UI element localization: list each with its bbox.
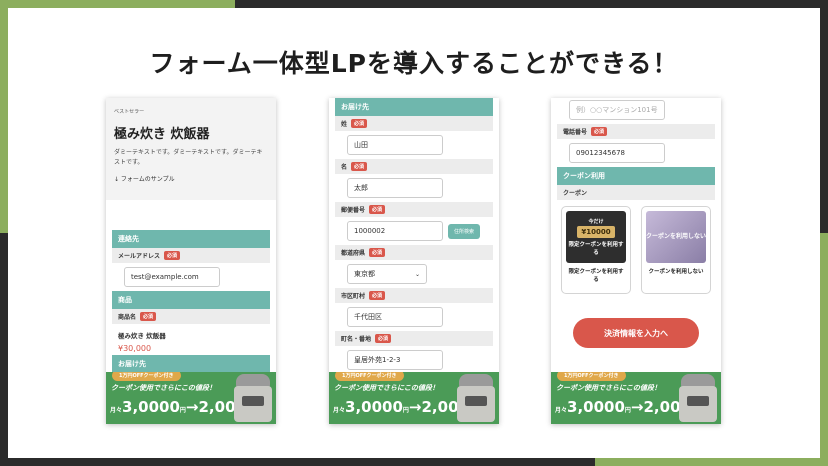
yen-unit: 円	[624, 407, 631, 414]
last-name-label-text: 姓	[341, 121, 348, 128]
price-prefix: 月々	[333, 407, 346, 414]
bestseller-label: ベストセラー	[114, 109, 145, 115]
building-field[interactable]: 例）○○マンション101号	[569, 100, 665, 120]
address-search-button[interactable]: 住所検索	[448, 223, 481, 239]
coupon-image: 今だけ ¥10000 限定クーポンを利用する	[566, 211, 626, 263]
phone-label: 電話番号 必須	[557, 124, 715, 139]
proceed-payment-button[interactable]: 決済情報を入力へ	[573, 318, 699, 348]
banner-headline: クーポン使用でさらにこの値段！	[334, 384, 439, 392]
section-product: 商品	[112, 291, 270, 309]
yen-unit: 円	[402, 407, 409, 414]
form-sample-link[interactable]: ↓ フォームのサンプル	[114, 174, 268, 183]
banner-tag: 1万円OFFクーポン付き	[112, 372, 181, 381]
street-label: 町名・番地 必須	[335, 331, 493, 346]
section-delivery: お届け先	[112, 355, 270, 373]
yen-unit: 円	[179, 407, 186, 414]
chevron-down-icon: ⌄	[414, 270, 420, 278]
product-name: 極み炊き 炊飯器	[118, 332, 166, 340]
city-label-text: 市区町村	[341, 293, 366, 300]
product-description: ダミーテキストです。ダミーテキストです。ダミーテキストです。	[114, 149, 263, 166]
coupon-use-option[interactable]: 今だけ ¥10000 限定クーポンを利用する 限定クーポンを利用する	[561, 206, 631, 294]
product-label: 商品名 必須	[112, 309, 270, 324]
page-headline: フォーム一体型LPを導入することができる！	[149, 49, 679, 78]
zip-label-text: 郵便番号	[341, 207, 366, 214]
section-coupon: クーポン利用	[557, 167, 715, 185]
email-label: メールアドレス 必須	[112, 248, 270, 263]
zip-field[interactable]: 1000002	[347, 221, 443, 241]
required-badge: 必須	[369, 248, 386, 257]
corner-accent	[820, 0, 828, 233]
prefecture-label: 都道府県 必須	[335, 245, 493, 260]
email-field[interactable]: test@example.com	[124, 267, 220, 287]
coupon-options: 今だけ ¥10000 限定クーポンを利用する 限定クーポンを利用する クーポンを…	[557, 200, 715, 300]
rice-cooker-image	[457, 374, 495, 422]
first-name-label: 名必須	[335, 159, 493, 174]
coupon-label: クーポン	[557, 185, 715, 200]
phone-label-text: 電話番号	[563, 129, 588, 136]
banner-tag: 1万円OFFクーポン付き	[335, 372, 404, 381]
order-form: 連絡先 メールアドレス 必須 test@example.com 商品 商品名 必須 …	[112, 230, 270, 373]
first-name-field[interactable]: 太郎	[347, 178, 443, 198]
section-contact: 連絡先	[112, 230, 270, 248]
price-from: 3,0000	[122, 398, 180, 416]
required-badge: 必須	[164, 251, 181, 260]
street-label-text: 町名・番地	[341, 336, 372, 343]
banner-headline: クーポン使用でさらにこの値段！	[556, 384, 661, 392]
product-label-text: 商品名	[118, 314, 137, 321]
phone-screen-address: お届け先 姓必須 山田 名必須 太郎 郵便番号 必須 1000002 住所検索 都道…	[329, 98, 499, 424]
coupon-banner[interactable]: 1万円OFFクーポン付き クーポン使用でさらにこの値段！ 月々3,0000円→2…	[551, 372, 721, 424]
rice-cooker-image	[679, 374, 717, 422]
coupon-use-caption: 限定クーポンを利用する	[568, 269, 624, 283]
product-title: 極み炊き 炊飯器	[114, 127, 210, 142]
coupon-value: ¥10000	[577, 225, 615, 238]
corner-accent	[820, 233, 828, 466]
price-from: 3,0000	[567, 398, 625, 416]
coupon-image: クーポンを利用しない	[646, 211, 706, 263]
rice-cooker-image	[234, 374, 272, 422]
coupon-banner[interactable]: 1万円OFFクーポン付き クーポン使用でさらにこの値段！ 月々3,0000円→2…	[106, 372, 276, 424]
phone-screen-coupon: 例）○○マンション101号 電話番号 必須 09012345678 クーポン利用 …	[551, 98, 721, 424]
coupon-skip-caption: クーポンを利用しない	[648, 269, 704, 275]
price-prefix: 月々	[555, 407, 568, 414]
coupon-banner[interactable]: 1万円OFFクーポン付き クーポン使用でさらにこの値段！ 月々3,0000円→2…	[329, 372, 499, 424]
banner-tag: 1万円OFFクーポン付き	[557, 372, 626, 381]
product-hero: ベストセラー 極み炊き 炊飯器 ダミーテキストです。ダミーテキストです。ダミーテ…	[106, 98, 276, 200]
corner-accent	[595, 458, 828, 466]
corner-accent	[0, 0, 8, 233]
city-label: 市区町村 必須	[335, 288, 493, 303]
zip-label: 郵便番号 必須	[335, 202, 493, 217]
last-name-field[interactable]: 山田	[347, 135, 443, 155]
city-field[interactable]: 千代田区	[347, 307, 443, 327]
corner-accent	[0, 233, 8, 466]
price-from: 3,0000	[345, 398, 403, 416]
phone-screen-product: ベストセラー 極み炊き 炊飯器 ダミーテキストです。ダミーテキストです。ダミーテ…	[106, 98, 276, 424]
coupon-top-text: 今だけ	[588, 218, 604, 225]
banner-headline: クーポン使用でさらにこの値段！	[111, 384, 216, 392]
required-badge: 必須	[140, 312, 157, 321]
first-name-label-text: 名	[341, 164, 348, 171]
required-badge: 必須	[351, 119, 368, 128]
prefecture-value: 東京都	[354, 270, 375, 278]
required-badge: 必須	[351, 162, 368, 171]
section-delivery: お届け先	[335, 98, 493, 116]
phone-field[interactable]: 09012345678	[569, 143, 665, 163]
required-badge: 必須	[375, 334, 392, 343]
coupon-skip-option[interactable]: クーポンを利用しない クーポンを利用しない	[641, 206, 711, 294]
coupon-image-text: 限定クーポンを利用する	[568, 241, 624, 256]
product-price: ¥30,000	[118, 344, 152, 353]
prefecture-select[interactable]: 東京都 ⌄	[347, 264, 427, 284]
last-name-label: 姓必須	[335, 116, 493, 131]
prefecture-label-text: 都道府県	[341, 250, 366, 257]
price-prefix: 月々	[110, 407, 123, 414]
email-label-text: メールアドレス	[118, 253, 161, 260]
required-badge: 必須	[369, 291, 386, 300]
corner-accent	[235, 0, 828, 8]
required-badge: 必須	[369, 205, 386, 214]
street-field[interactable]: 皇居外苑1-2-3	[347, 350, 443, 370]
corner-accent	[0, 0, 235, 8]
required-badge: 必須	[591, 127, 608, 136]
corner-accent	[0, 458, 595, 466]
